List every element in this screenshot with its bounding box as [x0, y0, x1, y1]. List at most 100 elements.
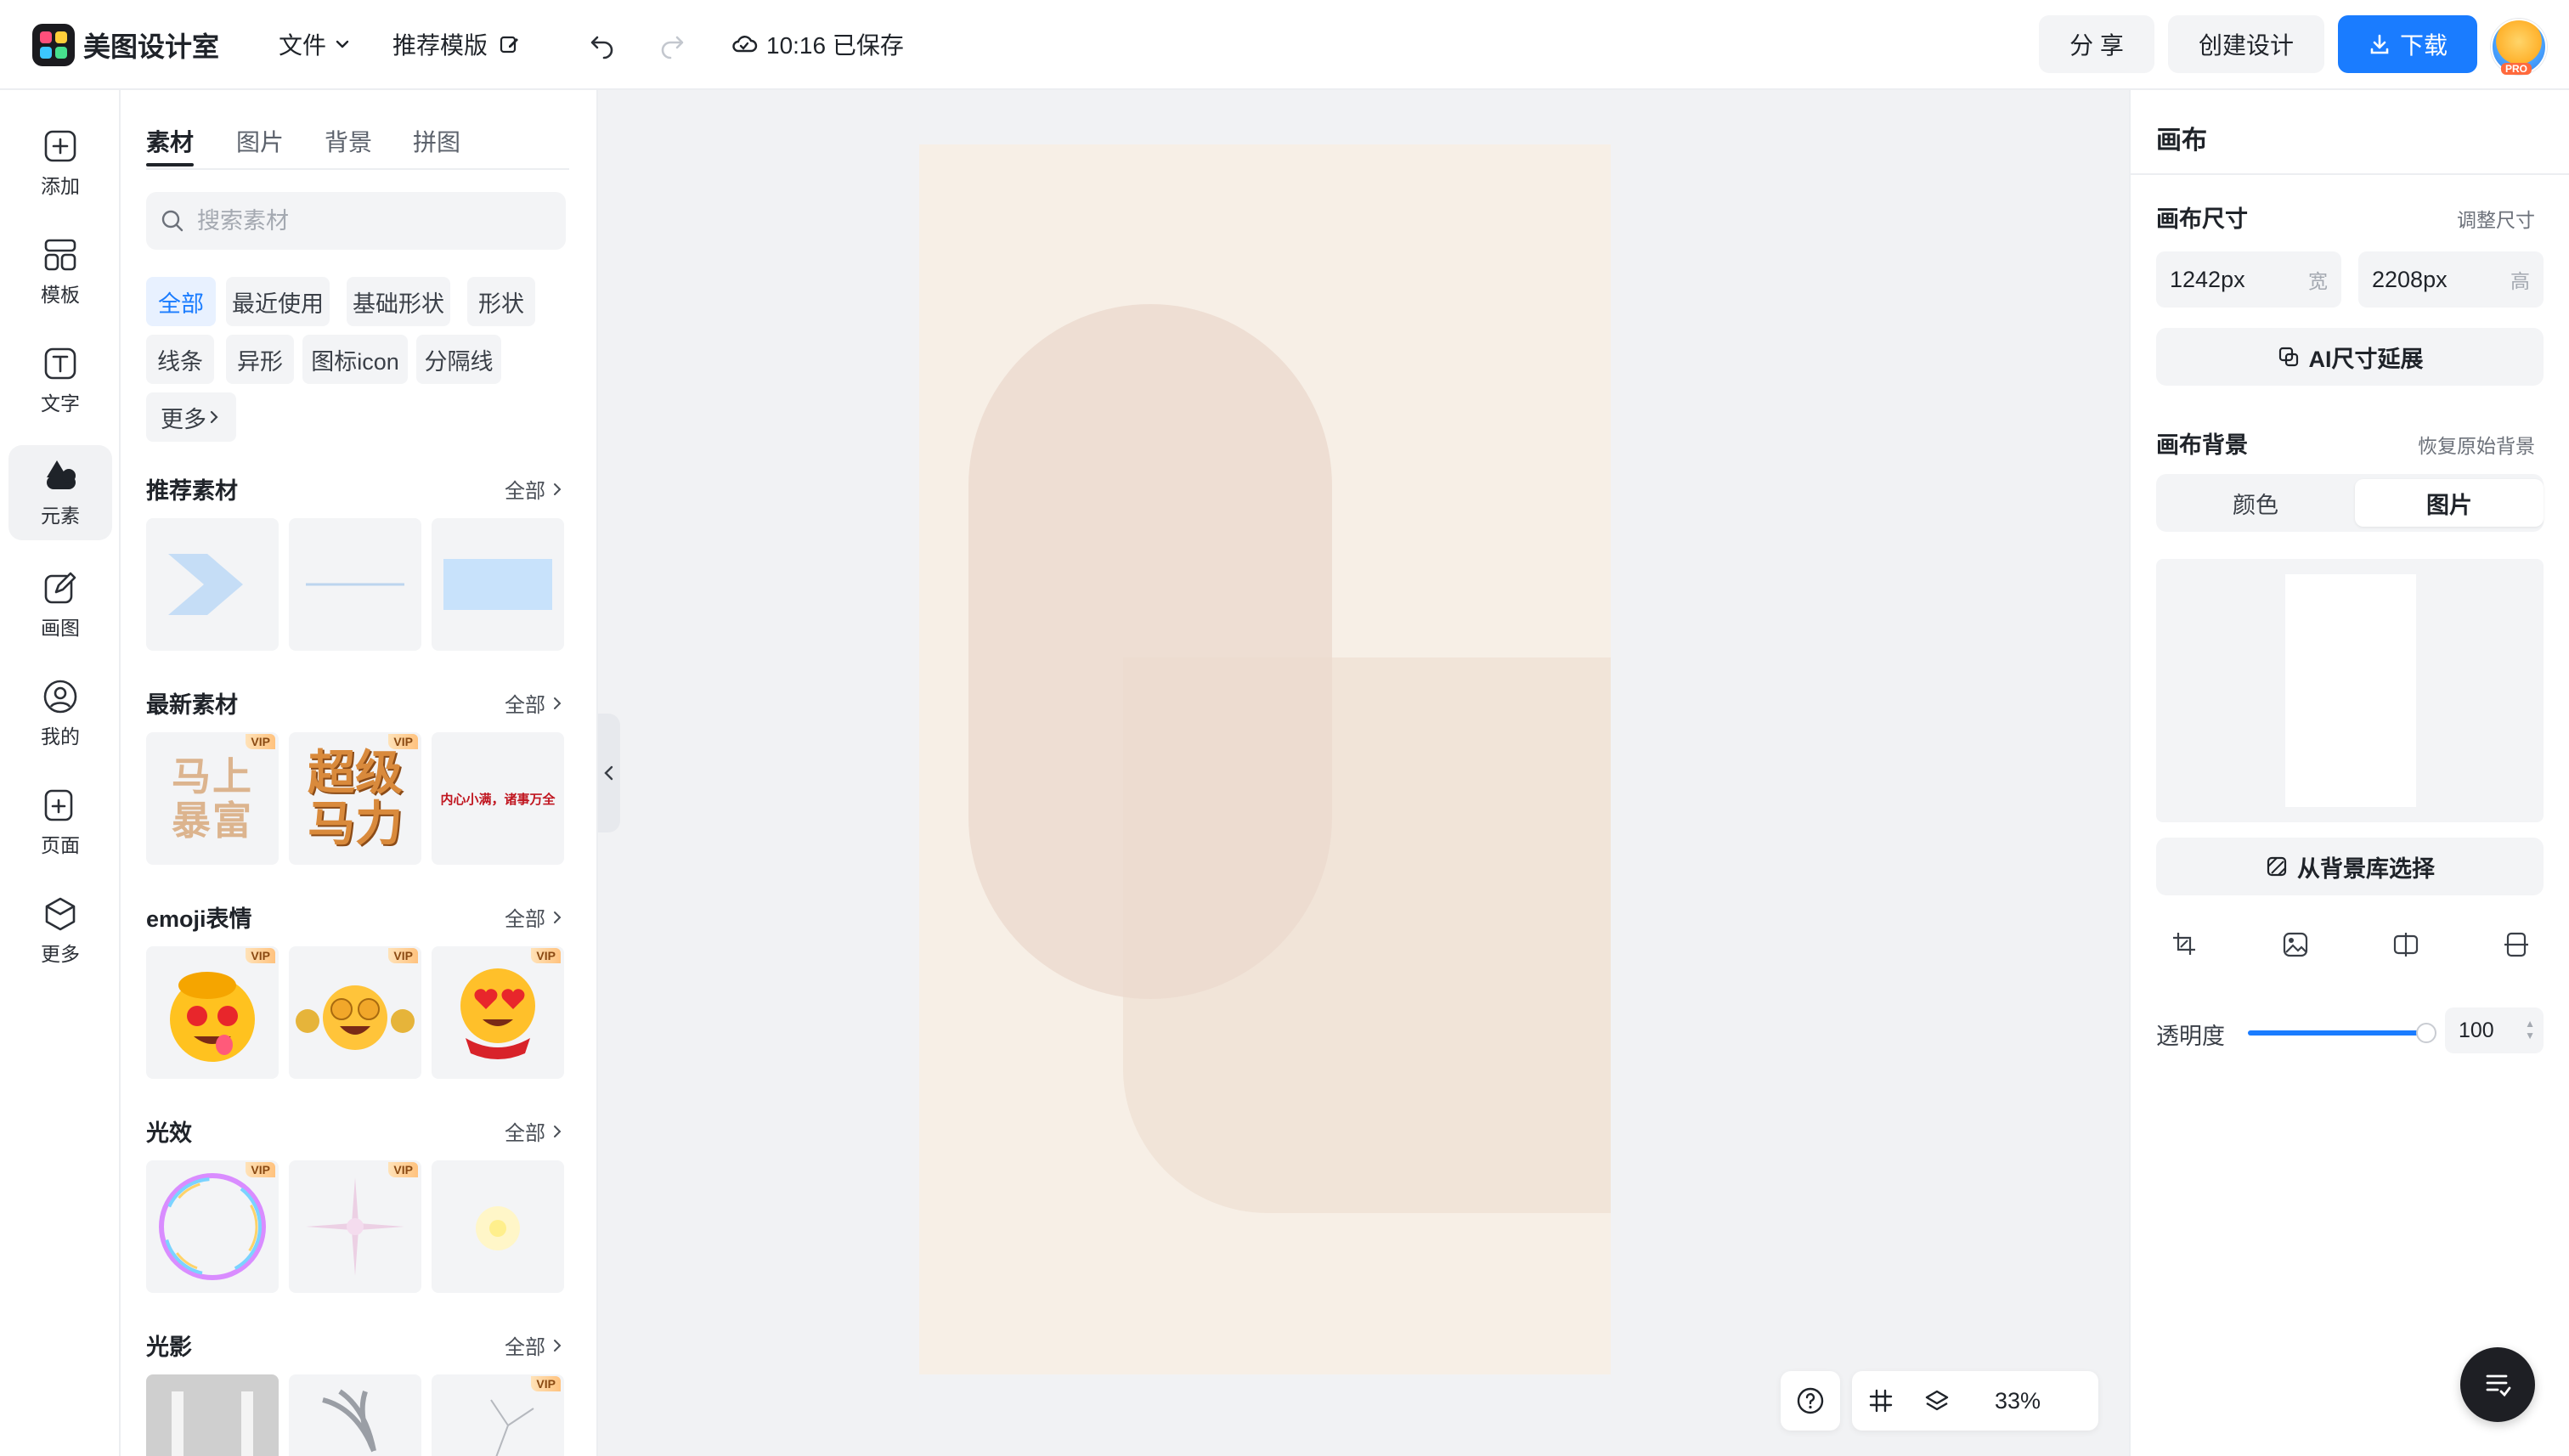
ai-extend-button[interactable]: AI尺寸延展 [2156, 328, 2544, 386]
search-input[interactable] [195, 206, 556, 235]
width-field[interactable]: 1242px 宽 [2156, 251, 2341, 308]
create-design-button[interactable]: 创建设计 [2168, 15, 2324, 73]
section-all-emoji[interactable]: 全部 [505, 902, 564, 932]
chip-dividers[interactable]: 分隔线 [416, 335, 501, 384]
rail-item-label: 画图 [41, 617, 80, 639]
canvas-pill-shape[interactable] [968, 304, 1332, 999]
rail-item-mine[interactable]: 我的 [8, 666, 112, 761]
download-button[interactable]: 下载 [2338, 15, 2477, 73]
material-thumb[interactable] [146, 518, 279, 651]
material-thumb[interactable]: VIP [146, 1160, 279, 1293]
tab-image[interactable]: 图片 [236, 124, 284, 158]
canvas-background-label: 画布背景 [2156, 432, 2248, 458]
avatar[interactable]: PRO [2491, 19, 2547, 75]
crop-button[interactable] [2160, 919, 2210, 970]
share-button[interactable]: 分 享 [2039, 15, 2154, 73]
stepper-arrows-icon[interactable]: ▲ ▼ [2525, 1018, 2535, 1041]
rail-item-label: 元素 [41, 505, 80, 527]
chip-shapes[interactable]: 形状 [467, 277, 535, 326]
redo-button[interactable] [651, 25, 693, 65]
file-menu[interactable]: 文件 [279, 27, 352, 61]
undo-button[interactable] [581, 25, 624, 65]
app-name[interactable]: 美图设计室 [83, 25, 219, 65]
material-thumb[interactable]: VIP [289, 946, 421, 1079]
search-icon [161, 210, 184, 232]
download-icon [2370, 34, 2389, 54]
restore-background-link[interactable]: 恢复原始背景 [2418, 430, 2535, 459]
flip-vertical-button[interactable] [2491, 919, 2542, 970]
material-thumb[interactable]: 马上暴富 VIP [146, 732, 279, 865]
window-shadow-icon [172, 1391, 253, 1456]
choose-from-library-button[interactable]: 从背景库选择 [2156, 838, 2544, 895]
height-field[interactable]: 2208px 高 [2358, 251, 2544, 308]
task-list-icon [2486, 1374, 2511, 1397]
seg-image[interactable]: 图片 [2355, 479, 2544, 527]
rail-item-text[interactable]: 文字 [8, 333, 112, 428]
chip-more-label: 更多 [161, 406, 206, 432]
material-thumb[interactable]: 超级马力 VIP [289, 732, 421, 865]
flip-horizontal-button[interactable] [2380, 919, 2431, 970]
panel-title: 画布 [2156, 127, 2207, 155]
canvas-size-label: 画布尺寸 [2156, 206, 2248, 232]
background-preview[interactable] [2156, 559, 2544, 822]
layers-icon[interactable] [1923, 1387, 1951, 1414]
word-art-rich: 马上暴富 [172, 754, 253, 843]
shapes-icon [47, 460, 76, 489]
rail-item-more[interactable]: 更多 [8, 883, 112, 979]
chip-icons[interactable]: 图标icon [302, 335, 408, 384]
opacity-slider-thumb[interactable] [2416, 1023, 2436, 1043]
image-replace-icon [2283, 932, 2308, 957]
line-shape-icon [306, 583, 404, 586]
quick-actions-fab[interactable] [2460, 1347, 2535, 1422]
grid-icon[interactable] [1867, 1387, 1894, 1414]
rail-item-template[interactable]: 模板 [8, 224, 112, 319]
opacity-input[interactable]: 100 ▲ ▼ [2445, 1007, 2544, 1053]
section-all-latest[interactable]: 全部 [505, 688, 564, 718]
replace-image-button[interactable] [2270, 919, 2321, 970]
ai-resize-icon [2278, 347, 2298, 367]
section-all-recommended[interactable]: 全部 [505, 474, 564, 504]
zoom-level[interactable]: 33% [1995, 1388, 2041, 1414]
chip-recent[interactable]: 最近使用 [226, 277, 330, 326]
rail-item-add[interactable]: 添加 [8, 116, 112, 211]
tab-material[interactable]: 素材 [146, 124, 194, 158]
material-thumb[interactable]: VIP [146, 946, 279, 1079]
collapse-panel-button[interactable] [598, 714, 620, 832]
material-thumb[interactable]: VIP [432, 946, 564, 1079]
material-thumb[interactable]: VIP [432, 1374, 564, 1456]
rail-item-elements[interactable]: 元素 [8, 445, 112, 540]
active-tab-indicator [146, 163, 194, 166]
resize-link[interactable]: 调整尺寸 [2457, 204, 2535, 233]
tab-collage[interactable]: 拼图 [413, 124, 460, 158]
search-box[interactable] [146, 192, 566, 250]
chip-more[interactable]: 更多 [146, 392, 236, 442]
app-logo[interactable] [32, 24, 75, 66]
vip-badge: VIP [388, 1162, 418, 1177]
chip-basic-shapes[interactable]: 基础形状 [347, 277, 450, 326]
opacity-value: 100 [2459, 1018, 2494, 1042]
help-button[interactable] [1781, 1371, 1840, 1431]
section-title-latest: 最新素材 [146, 692, 238, 718]
chip-irregular[interactable]: 异形 [226, 335, 294, 384]
chip-lines[interactable]: 线条 [146, 335, 214, 384]
tab-background[interactable]: 背景 [325, 124, 372, 158]
material-thumb[interactable]: 内心小满，诸事万全 [432, 732, 564, 865]
material-thumb[interactable] [289, 518, 421, 651]
chip-all[interactable]: 全部 [146, 277, 216, 326]
canvas-artboard[interactable] [919, 144, 1611, 1374]
material-thumb[interactable] [146, 1374, 279, 1456]
material-thumb[interactable] [289, 1374, 421, 1456]
rail-item-label: 页面 [41, 834, 80, 856]
material-thumb[interactable]: VIP [289, 1160, 421, 1293]
rail-item-draw[interactable]: 画图 [8, 557, 112, 652]
seg-color[interactable]: 颜色 [2161, 479, 2350, 527]
crop-icon [2173, 933, 2195, 955]
opacity-slider[interactable] [2248, 1030, 2423, 1036]
section-all-light-shadow[interactable]: 全部 [505, 1330, 564, 1360]
rail-item-page[interactable]: 页面 [8, 775, 112, 870]
section-all-light-effects[interactable]: 全部 [505, 1116, 564, 1146]
chevron-right-icon [554, 911, 562, 923]
material-thumb[interactable] [432, 1160, 564, 1293]
material-thumb[interactable] [432, 518, 564, 651]
recommend-template-menu[interactable]: 推荐模版 [392, 27, 522, 61]
